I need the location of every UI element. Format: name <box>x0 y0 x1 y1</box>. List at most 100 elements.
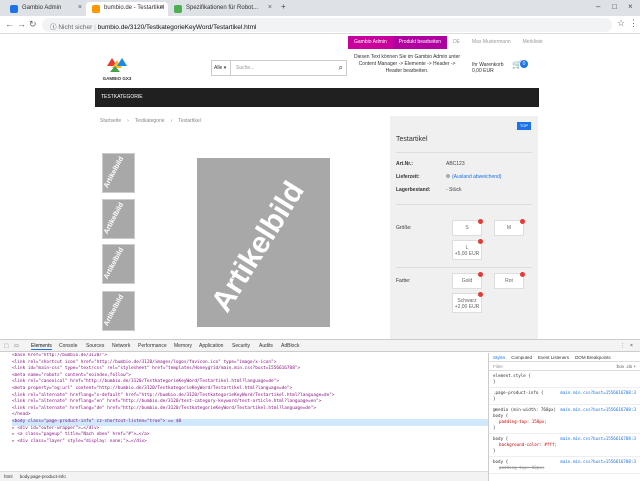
reload-icon[interactable]: ↻ <box>29 19 37 30</box>
styles-filter-input[interactable]: Filter :hov .cls + <box>489 362 640 371</box>
header-cms-hint: Diesen Text können Sie im Gambio Admin u… <box>353 54 461 74</box>
stock-row: Lagerbestand: - Stück <box>396 187 462 193</box>
dom-line-selected[interactable]: <body class="page-product-info" cz-short… <box>12 418 488 426</box>
product-thumbnail[interactable]: Artikelbild <box>102 244 135 284</box>
css-rule[interactable]: main.min.css?bust=1556616708:3 body { ba… <box>489 434 640 457</box>
language-switch[interactable]: DE <box>447 36 466 49</box>
color-option-gold[interactable]: Gold <box>452 272 483 289</box>
shop-logo[interactable]: GAMBIO GX3 <box>100 56 134 81</box>
dom-tree[interactable]: <base href="http://bumbio.de/3120/"> <li… <box>0 353 488 471</box>
tab-adblock[interactable]: AdBlock <box>281 343 299 349</box>
dom-breadcrumb-body[interactable]: body.page-product-info <box>20 474 66 479</box>
status-dot-icon <box>446 174 450 178</box>
color-option-schwarz[interactable]: Schwarz +2,00 EUR <box>452 292 483 313</box>
wishlist-link[interactable]: Merkliste <box>517 36 549 49</box>
css-rule[interactable]: main.min.css?bust=1556616708:3 body { pa… <box>489 457 640 474</box>
address-bar-row: ← → ↻ ⓘ Nicht sicher | bumbio.de/3120/Te… <box>0 16 640 34</box>
search-category-select[interactable]: Alle ▾ <box>212 61 231 75</box>
css-source-link[interactable]: main.min.css?bust=1556616708:3 <box>560 390 636 396</box>
breadcrumb-startseite[interactable]: Startseite <box>100 118 121 124</box>
product-thumbnail[interactable]: Artikelbild <box>102 199 135 239</box>
css-source-link[interactable]: main.min.css?bust=1556616708:3 <box>560 436 636 442</box>
forward-icon[interactable]: → <box>17 19 26 29</box>
maximize-icon[interactable]: □ <box>612 2 617 11</box>
tab-audits[interactable]: Audits <box>259 343 273 349</box>
inspect-icon[interactable]: ⬚ <box>4 343 9 349</box>
css-rule[interactable]: element.style { } <box>489 371 640 388</box>
tab-application[interactable]: Application <box>199 343 223 349</box>
divider <box>396 204 532 205</box>
gambio-admin-link[interactable]: Gambio Admin <box>348 36 393 49</box>
device-toolbar-icon[interactable]: ▭ <box>14 343 19 349</box>
tab-dom-breakpoints[interactable]: DOM Breakpoints <box>575 353 611 361</box>
css-rule[interactable]: main.min.css?bust=1556616708:3 .page-pro… <box>489 388 640 405</box>
size-option-m[interactable]: M <box>494 219 525 236</box>
css-source-link[interactable]: main.min.css?bust=1556616708:3 <box>560 407 636 413</box>
devtools-panel: ⬚ ▭ Elements Console Sources Network Per… <box>0 339 640 481</box>
cart-widget[interactable]: Ihr Warenkorb 0,00 EUR 🛒 0 <box>472 60 532 74</box>
tab-styles[interactable]: Styles <box>493 353 505 361</box>
star-icon[interactable]: ☆ <box>617 18 625 29</box>
tab-network[interactable]: Network <box>112 343 130 349</box>
more-options-icon[interactable]: ⋮ <box>620 343 625 349</box>
css-rule[interactable]: main.min.css?bust=1556616708:3 @media (m… <box>489 405 640 434</box>
cart-count-badge: 0 <box>520 60 528 68</box>
minimize-icon[interactable]: – <box>596 2 600 11</box>
tab-performance[interactable]: Performance <box>138 343 167 349</box>
tab-console[interactable]: Console <box>59 343 77 349</box>
edit-product-link[interactable]: Produkt bearbeiten <box>392 36 448 49</box>
close-tab-icon[interactable]: × <box>78 4 82 11</box>
dom-line[interactable]: <link rel="alternate" hreflang="de" href… <box>12 406 488 413</box>
delivery-time-row: Lieferzeit: (Ausland abweichend) <box>396 174 502 180</box>
browser-tab-testartikel[interactable]: bumbio.de - Testartikel × <box>86 2 168 16</box>
breadcrumb-testkategorie[interactable]: Testkategorie <box>135 118 165 124</box>
breadcrumb-current: Testartikel <box>178 118 201 124</box>
css-source-link[interactable]: main.min.css?bust=1556616708:3 <box>560 459 636 465</box>
tab-computed[interactable]: Computed <box>511 353 532 361</box>
close-devtools-icon[interactable]: × <box>630 343 633 349</box>
new-tab-icon[interactable]: + <box>281 2 286 11</box>
search-icon[interactable]: ⌕ <box>339 63 343 73</box>
menu-icon[interactable]: ⋮ <box>629 18 638 29</box>
cart-total: 0,00 EUR <box>472 68 494 74</box>
product-main-image[interactable]: Artikelbild <box>197 158 330 327</box>
back-icon[interactable]: ← <box>5 19 14 29</box>
search-input[interactable]: Suche... <box>236 65 254 71</box>
url-input[interactable]: ⓘ Nicht sicher | bumbio.de/3120/Testkate… <box>42 18 612 32</box>
divider <box>396 267 532 268</box>
tab-memory[interactable]: Memory <box>174 343 192 349</box>
web-page: Gambio Admin Produkt bearbeiten DE Max M… <box>0 34 640 339</box>
dom-line[interactable]: <link rel="canonical" href="http://bumbi… <box>12 379 488 386</box>
dom-breadcrumb-html[interactable]: html <box>4 474 13 479</box>
hov-cls-toggles[interactable]: :hov .cls + <box>616 364 636 369</box>
product-title: Testartikel <box>396 136 428 143</box>
nav-item-testkategorie[interactable]: TESTKATEGORIE <box>101 94 143 100</box>
user-account-link[interactable]: Max Mustermann <box>466 36 517 49</box>
size-option-s[interactable]: S <box>452 219 483 236</box>
dom-line[interactable]: <meta property="og:url" content="http://… <box>12 386 488 393</box>
browser-tab-gambio-admin[interactable]: Gambio Admin × <box>4 2 86 16</box>
dom-line[interactable]: </head> <box>12 412 488 419</box>
tab-event-listeners[interactable]: Event Listeners <box>538 353 569 361</box>
gambio-favicon-icon <box>10 5 18 13</box>
close-tab-icon[interactable]: × <box>268 4 272 11</box>
dom-line[interactable]: ▸ <a class="pageup" title="Nach oben" hr… <box>12 432 488 439</box>
product-thumbnail[interactable]: Artikelbild <box>102 291 135 331</box>
close-tab-icon[interactable]: × <box>160 4 164 11</box>
color-option-rot[interactable]: Rot <box>494 272 525 289</box>
dom-line[interactable]: <base href="http://bumbio.de/3120/"> <box>12 353 488 360</box>
info-icon[interactable]: ⓘ <box>50 24 57 31</box>
dom-line[interactable]: <link rel="alternate" hreflang="en" href… <box>12 399 488 406</box>
dom-line[interactable]: ▸ <div class="layer" style="display: non… <box>12 439 488 446</box>
tab-title: Gambio Admin <box>22 5 62 11</box>
product-thumbnail[interactable]: Artikelbild <box>102 153 135 193</box>
delivery-abroad-link[interactable]: (Ausland abweichend) <box>452 174 501 180</box>
size-option-l[interactable]: L +5,00 EUR <box>452 239 483 260</box>
close-window-icon[interactable]: × <box>628 2 633 11</box>
browser-tab-spezifikationen[interactable]: Spezifikationen für Robot... × <box>168 2 276 16</box>
tab-elements[interactable]: Elements <box>31 343 52 350</box>
dom-line[interactable]: <link id="main-css" type="text/css" rel=… <box>12 366 488 373</box>
tab-security[interactable]: Security <box>232 343 250 349</box>
article-number-row: Art.Nr.: ABC123 <box>396 161 465 167</box>
tab-sources[interactable]: Sources <box>86 343 104 349</box>
